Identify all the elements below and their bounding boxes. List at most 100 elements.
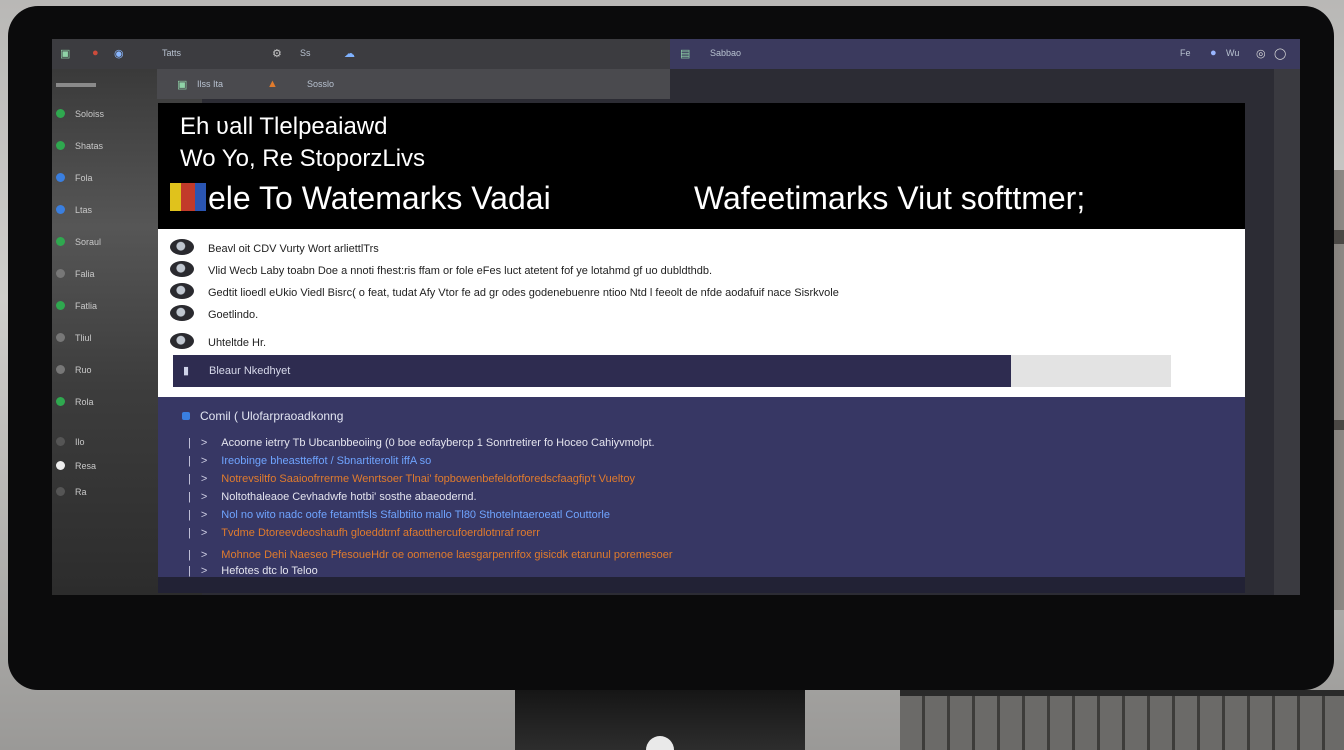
sidebar-item-label: Ruo [75,365,92,375]
toolbar-item-1[interactable]: Tatts [162,48,181,58]
log-row-text: Noltothaleaoe Cevhadwfe hotbi' sosthe ab… [221,491,477,503]
sidebar-item[interactable]: Soloiss [56,109,104,125]
sidebar-item-dot-icon [56,109,65,118]
right-scroll-strip[interactable] [1274,69,1300,595]
log-row-marker: | [188,455,191,467]
log-row[interactable]: | > Mohnoe Dehi Naeseo PfesoueHdr oe oomen… [188,549,673,561]
log-row[interactable]: | > Notrevsiltfo Saaioofrrerme Wenrtsoer T… [188,473,635,485]
log-row-text: Notrevsiltfo Saaioofrrerme Wenrtsoer Tln… [221,473,635,485]
sidebar-item-dot-icon [56,397,65,406]
camera-icon[interactable]: ◉ [114,47,124,60]
app-logo-icon[interactable]: ▣ [60,47,70,60]
sidebar-item[interactable]: Ltas [56,205,92,221]
toolbar-right-item-2[interactable]: Wu [1226,48,1239,58]
log-row-text: Hefotes dtc lo Teloo [221,565,318,577]
log-row[interactable]: | > Tvdme Dtoreevdeoshaufh gloeddtrnf afao… [188,527,540,539]
log-row-text: Nol no wito nadc oofe fetamtfsls Sfalbti… [221,509,610,521]
sidebar-item-dot-icon [56,269,65,278]
sidebar-item-dot-icon [56,437,65,446]
log-row[interactable]: | > Hefotes dtc lo Teloo [188,565,318,577]
sidebar-item-dot-icon [56,205,65,214]
cloud-icon[interactable]: ☁ [344,47,355,60]
log-row[interactable]: | > Acoorne ietrry Tb Ubcanbbeoiing (0 boe… [188,437,655,449]
sidebar-item-label: Soloiss [75,109,105,119]
sidebar-item-label: Ltas [75,205,93,215]
user-icon[interactable]: ● [1210,47,1217,59]
log-section-title: Comil ( Ulofarpraoadkonng [182,409,343,423]
log-row[interactable]: | > Ireobinge bheastteffot / Sbnartiteroli… [188,455,431,467]
sidebar-item[interactable]: Resa [56,461,96,477]
sidebar-item-dot-icon [56,333,65,342]
warning-icon: ▲ [267,78,278,90]
info-row-text: Beavl oit CDV Vurty Wort arliettlTrs [208,243,379,255]
log-row-arrow-icon: > [200,473,208,485]
close-icon[interactable]: ◯ [1274,47,1286,60]
sidebar-item[interactable] [56,81,96,97]
banner-title-left: ele To Watemarks Vadai [208,180,551,216]
sidebar-item[interactable]: Ruo [56,365,92,381]
log-row[interactable]: | > Noltothaleaoe Cevhadwfe hotbi' sosthe … [188,491,477,503]
disc-icon [170,283,194,299]
toolbar-right-item-1[interactable]: Fe [1180,48,1191,58]
disc-icon [170,239,194,255]
info-row-text: Gedtit lioedl eUkio Viedl Bisrc( o feat,… [208,287,839,299]
sidebar-item[interactable]: Shatas [56,141,103,157]
log-row-arrow-icon: > [200,565,208,577]
log-row-marker: | [188,509,191,521]
log-row[interactable]: | > Nol no wito nadc oofe fetamtfsls Sfalb… [188,509,610,521]
window-icon[interactable]: ▤ [680,47,690,60]
sidebar-item-label: Tliul [75,333,92,343]
sidebar-item[interactable]: Fola [56,173,93,189]
sidebar-item[interactable]: Rola [56,397,94,413]
search-bar[interactable]: ▮ Bleaur Nkedhyet [173,355,1171,387]
banner-line-2: Wo Yo, Re StoporzLivs [180,145,426,172]
mouse-icon [170,333,194,349]
log-row-text: Mohnoe Dehi Naeseo PfesoueHdr oe oomenoe… [221,549,673,561]
sidebar-item[interactable]: Soraul [56,237,101,253]
mouse-icon [170,305,194,321]
banner-line-1: Eh ʋall Tlelpeaiawd [180,113,388,140]
brand-logo-icon [170,183,206,211]
tab-icon: ▣ [177,79,188,91]
screen: ▣ ● ◉ Tatts ⚙ Ss ☁ ▤ Sabbao Fe ● Wu ◎ ◯ … [52,39,1300,595]
sidebar-item[interactable]: Falia [56,269,95,285]
keyboard [900,690,1344,750]
log-title-text: Comil ( Ulofarpraoadkonng [200,409,344,423]
sidebar-item-bar [56,83,96,87]
info-row-text: Uhteltde Hr. [208,337,267,349]
toolbar-item-2[interactable]: Ss [300,48,311,58]
sidebar-item-label: Ra [75,487,87,497]
sidebar-item-label: Rola [75,397,94,407]
sidebar-item-label: Resa [75,461,97,471]
sidebar-item-dot-icon [56,141,65,150]
sidebar-item-dot-icon [56,461,65,470]
log-row-arrow-icon: > [200,549,208,561]
info-row: Goetlindo. [170,305,258,321]
sidebar-item[interactable]: Fatlia [56,301,97,317]
log-row-text: Tvdme Dtoreevdeoshaufh gloeddtrnf afaott… [221,527,540,539]
sidebar-item[interactable]: Ra [56,487,87,503]
sidebar-item-dot-icon [56,173,65,182]
info-row: Gedtit lioedl eUkio Viedl Bisrc( o feat,… [170,283,839,299]
folder-icon [182,412,190,420]
tab-item-2[interactable]: Sosslo [307,79,334,89]
status-footer [158,577,1245,593]
log-row-arrow-icon: > [200,455,208,467]
settings-icon[interactable]: ⚙ [272,47,282,60]
log-row-marker: | [188,437,191,449]
sidebar-item[interactable]: Ilo [56,437,85,453]
tab-item-1[interactable]: Ilss Ita [197,79,223,89]
log-row-marker: | [188,549,191,561]
log-row-arrow-icon: > [200,437,208,449]
search-toggle-icon[interactable]: ◎ [1256,47,1266,60]
log-row-marker: | [188,491,191,503]
sidebar-item[interactable]: Tliul [56,333,92,349]
log-row-marker: | [188,473,191,485]
search-input[interactable]: ▮ Bleaur Nkedhyet [173,355,1011,387]
log-row-text: Ireobinge bheastteffot / Sbnartiterolit … [221,455,432,467]
info-row-text: Vlid Wecb Laby toabn Doe a nnoti fhest:r… [208,265,713,277]
sidebar-item-dot-icon [56,365,65,374]
log-row-arrow-icon: > [200,491,208,503]
record-icon[interactable]: ● [92,47,99,59]
log-row-marker: | [188,527,191,539]
